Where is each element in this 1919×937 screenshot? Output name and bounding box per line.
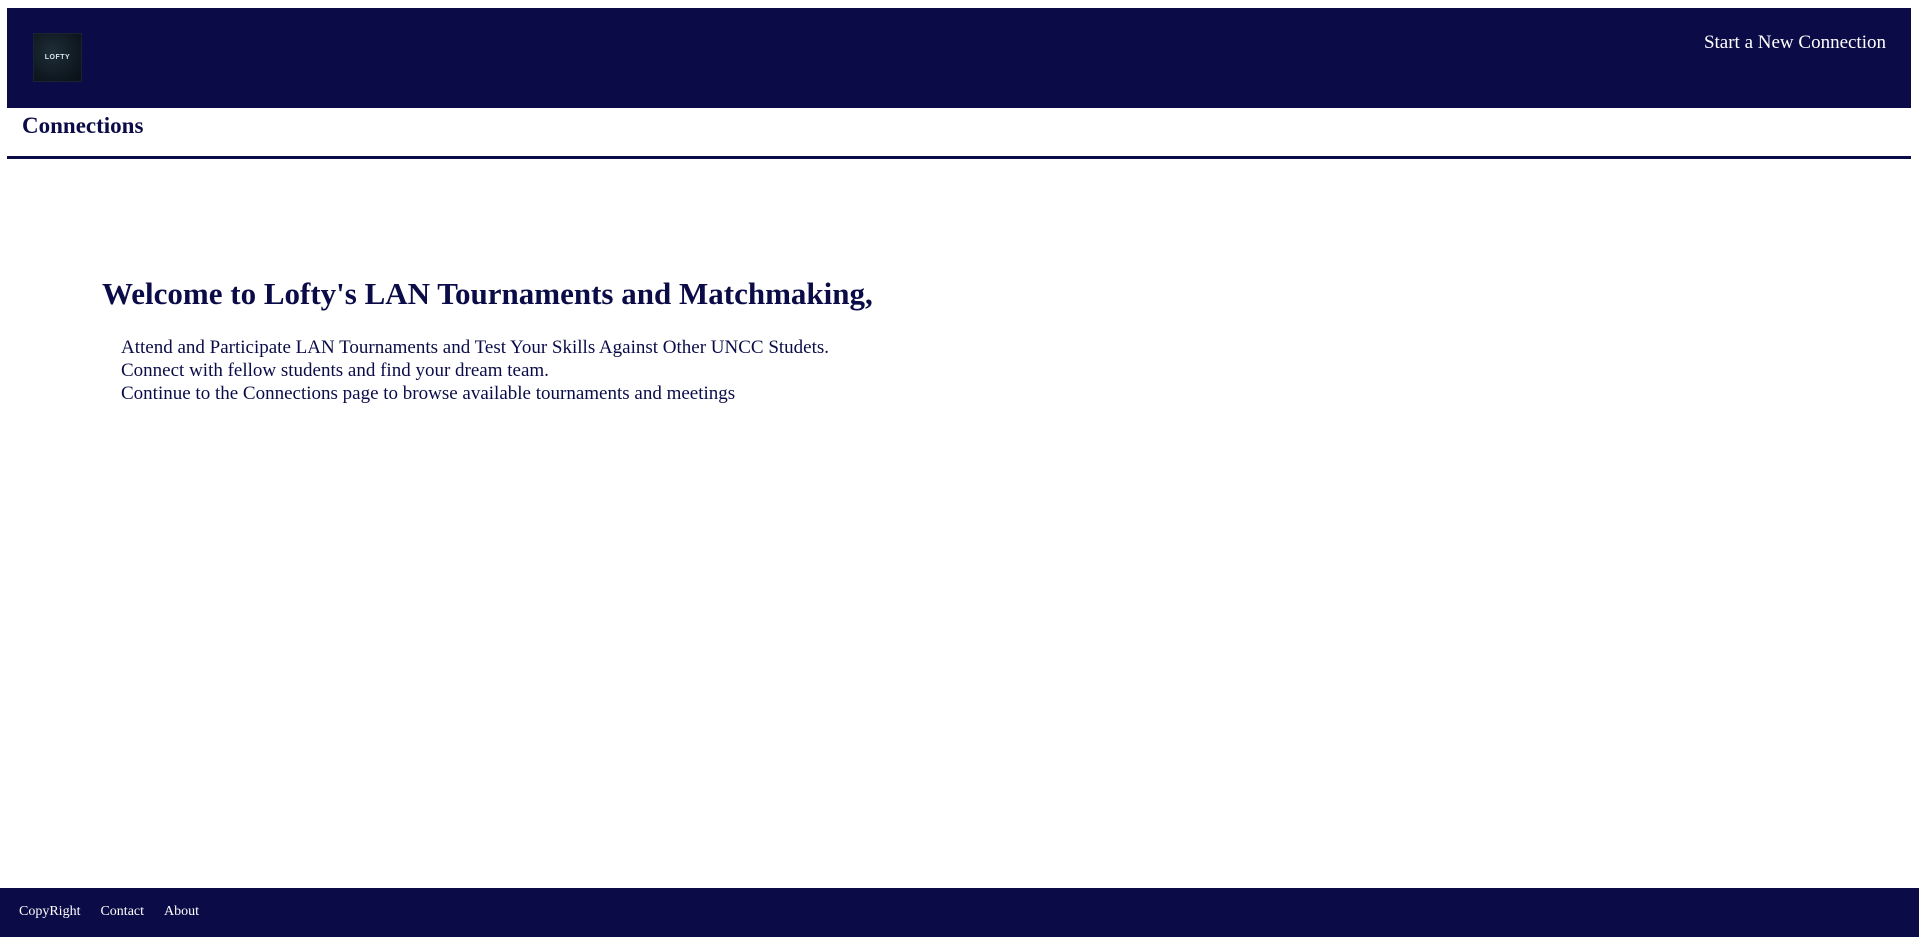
welcome-heading: Welcome to Lofty's LAN Tournaments and M… (102, 276, 873, 311)
footer-contact-link[interactable]: Contact (100, 904, 144, 920)
logo-text: LOFTY (44, 54, 71, 61)
footer-links: CopyRight Contact About (19, 904, 219, 920)
site-header: LOFTY Start a New Connection (7, 8, 1911, 108)
connections-link[interactable]: Connections (22, 113, 143, 139)
intro-text: Attend and Participate LAN Tournaments a… (121, 336, 829, 405)
intro-line-tournaments: Attend and Participate LAN Tournaments a… (121, 337, 830, 358)
site-footer: CopyRight Contact About (0, 888, 1919, 937)
footer-about-link[interactable]: About (164, 904, 199, 920)
page: LOFTY Start a New Connection Connections… (0, 0, 1919, 937)
start-new-connection-link[interactable]: Start a New Connection (1704, 32, 1886, 54)
lofty-logo[interactable]: LOFTY (33, 33, 82, 82)
footer-copyright-link[interactable]: CopyRight (19, 904, 80, 920)
intro-line-connect: Connect with fellow students and find yo… (121, 360, 549, 381)
connections-nav: Connections (7, 108, 1911, 159)
intro-line-continue: Continue to the Connections page to brow… (121, 383, 736, 404)
